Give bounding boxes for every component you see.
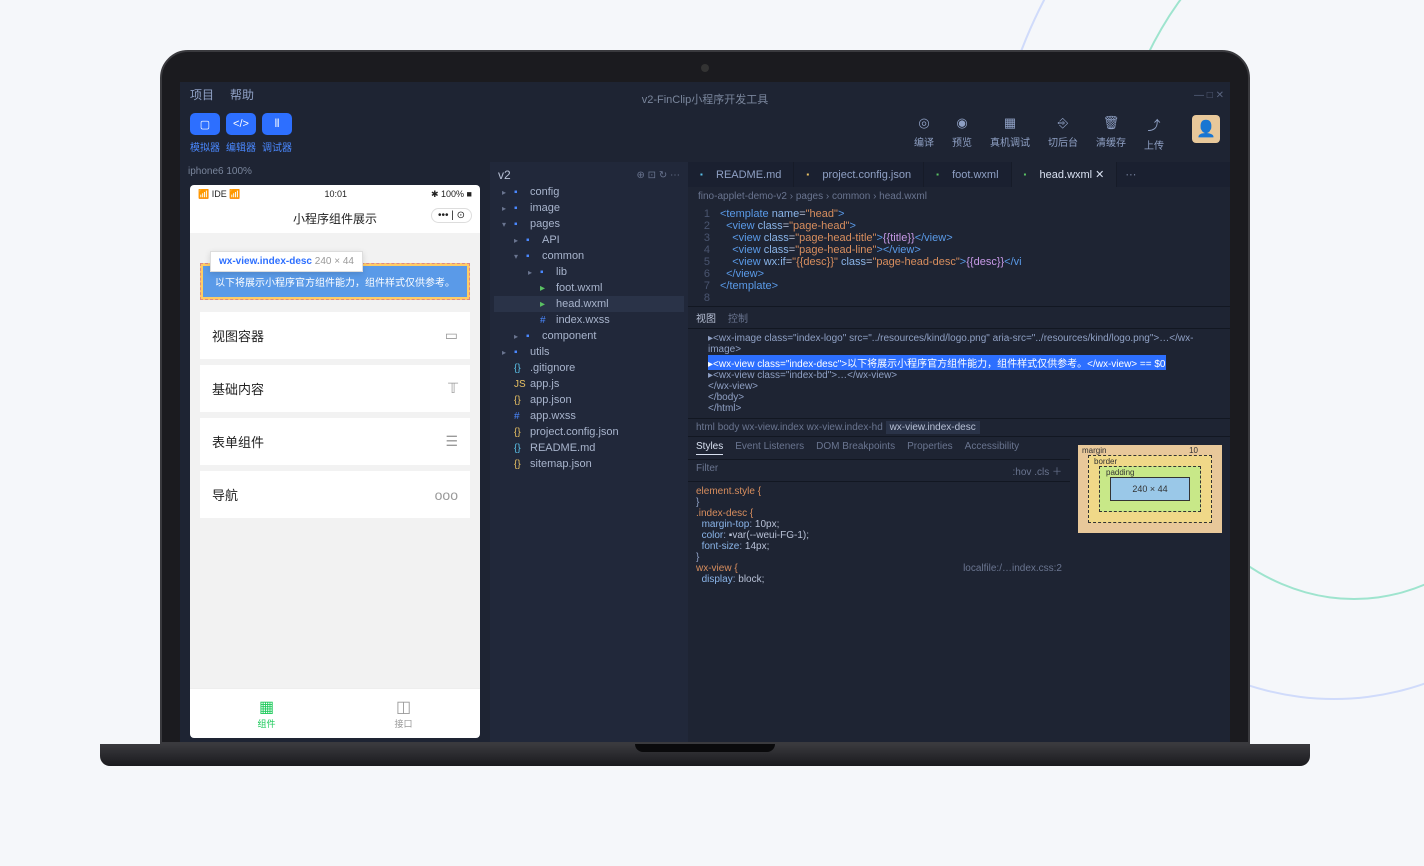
dom-tree[interactable]: ▸<wx-image class="index-logo" src="../re… [688,329,1230,418]
styles-tab[interactable]: Styles [696,441,723,455]
crumb-item[interactable]: html [696,422,715,433]
tab-api[interactable]: ◫接口 [335,697,472,730]
styles-tab[interactable]: Properties [907,441,953,455]
editor-tab[interactable]: ▪README.md [688,162,794,187]
capsule-button[interactable]: ••• | ⊙ [431,208,472,223]
styles-filter[interactable]: Filter [696,463,718,478]
editor-panel: ▪README.md▪project.config.json▪foot.wxml… [688,162,1230,742]
remote-debug-button[interactable]: ▦真机调试 [990,115,1030,152]
camera-dot [701,64,709,72]
inspector-tooltip: wx-view.index-desc 240 × 44 [210,251,363,272]
device-label: iphone6 100% [180,162,490,181]
file-explorer: v2 ⊕ ⊡ ↻ ⋯ ▸▪config▸▪image▾▪pages▸▪API▾▪… [490,162,688,742]
debugger-button[interactable]: ⫴ [262,113,292,135]
toolbar: ▢模拟器 </>编辑器 ⫴调试器 ◎编译 ◉预览 ▦真机调试 ⎆切后台 🗑清缓存… [180,107,1230,162]
code-editor[interactable]: 1<template name="head">2 <view class="pa… [688,206,1230,306]
tree-node[interactable]: #index.wxss [494,312,684,328]
phone-preview[interactable]: 📶 IDE 📶10:01✱ 100% ■ 小程序组件展示 ••• | ⊙ wx-… [190,185,480,738]
devtab-elements[interactable]: 视图 [696,310,716,325]
tree-node[interactable]: ▸▪image [494,200,684,216]
tree-node[interactable]: {}sitemap.json [494,456,684,472]
tree-node[interactable]: {}README.md [494,440,684,456]
devtools: 视图 控制 ▸<wx-image class="index-logo" src=… [688,306,1230,742]
preview-button[interactable]: ◉预览 [952,115,972,152]
explorer-actions[interactable]: ⊕ ⊡ ↻ ⋯ [637,170,680,181]
tree-node[interactable]: ▾▪pages [494,216,684,232]
background-button[interactable]: ⎆切后台 [1048,115,1078,152]
editor-tabs: ▪README.md▪project.config.json▪foot.wxml… [688,162,1230,187]
crumb-item[interactable]: wx-view.index-desc [886,421,980,434]
phone-statusbar: 📶 IDE 📶10:01✱ 100% ■ [190,185,480,204]
ide-window: 项目 帮助 v2-FinClip小程序开发工具 — □ ✕ ▢模拟器 </>编辑… [180,82,1230,742]
breadcrumb[interactable]: fino-applet-demo-v2 › pages › common › h… [688,187,1230,206]
sim-button[interactable]: ▢ [190,113,220,135]
crumb-item[interactable]: wx-view.index-hd [807,422,883,433]
editor-button[interactable]: </> [226,113,256,135]
tree-node[interactable]: {}.gitignore [494,360,684,376]
styles-toggles[interactable]: :hov .cls ＋ [1013,463,1062,478]
list-item[interactable]: 基础内容𝕋 [200,365,470,412]
box-model: margin10 border padding 240 × 44 [1070,437,1230,742]
tabs-overflow[interactable]: ⋯ [1117,162,1144,187]
editor-tab[interactable]: ▪foot.wxml [924,162,1011,187]
tab-components[interactable]: ▦组件 [198,697,335,730]
tree-node[interactable]: ▸foot.wxml [494,280,684,296]
page-title: 小程序组件展示 ••• | ⊙ [190,204,480,233]
editor-tab[interactable]: ▪project.config.json [794,162,924,187]
styles-tab[interactable]: Accessibility [965,441,1019,455]
crumb-item[interactable]: wx-view.index [742,422,804,433]
devtab-console[interactable]: 控制 [728,310,748,325]
tree-node[interactable]: JSapp.js [494,376,684,392]
window-controls[interactable]: — □ ✕ [1194,90,1224,101]
editor-tab[interactable]: ▪head.wxml ✕ [1012,162,1118,187]
avatar[interactable]: 👤 [1192,115,1220,143]
list-item[interactable]: 导航ooo [200,471,470,518]
window-title: v2-FinClip小程序开发工具 [180,91,1230,107]
project-root[interactable]: v2 [498,168,511,182]
tree-node[interactable]: ▾▪common [494,248,684,264]
tree-node[interactable]: ▸▪config [494,184,684,200]
tree-node[interactable]: ▸head.wxml [494,296,684,312]
tree-node[interactable]: ▸▪API [494,232,684,248]
tree-node[interactable]: #app.wxss [494,408,684,424]
tree-node[interactable]: ▸▪component [494,328,684,344]
styles-tab[interactable]: Event Listeners [735,441,804,455]
clear-cache-button[interactable]: 🗑清缓存 [1096,115,1126,152]
tree-node[interactable]: {}project.config.json [494,424,684,440]
compile-button[interactable]: ◎编译 [914,115,934,152]
list-item[interactable]: 表单组件☰ [200,418,470,465]
simulator-panel: iphone6 100% 📶 IDE 📶10:01✱ 100% ■ 小程序组件展… [180,162,490,742]
tree-node[interactable]: ▸▪utils [494,344,684,360]
list-item[interactable]: 视图容器▭ [200,312,470,359]
styles-tab[interactable]: DOM Breakpoints [816,441,895,455]
dom-breadcrumb[interactable]: html body wx-view.index wx-view.index-hd… [688,418,1230,437]
tree-node[interactable]: {}app.json [494,392,684,408]
upload-button[interactable]: ⤴上传 [1144,115,1164,152]
laptop-frame: 项目 帮助 v2-FinClip小程序开发工具 — □ ✕ ▢模拟器 </>编辑… [160,50,1250,766]
styles-rules[interactable]: element.style {}.index-desc {</span> mar… [688,482,1070,589]
tree-node[interactable]: ▸▪lib [494,264,684,280]
crumb-item[interactable]: body [718,422,740,433]
